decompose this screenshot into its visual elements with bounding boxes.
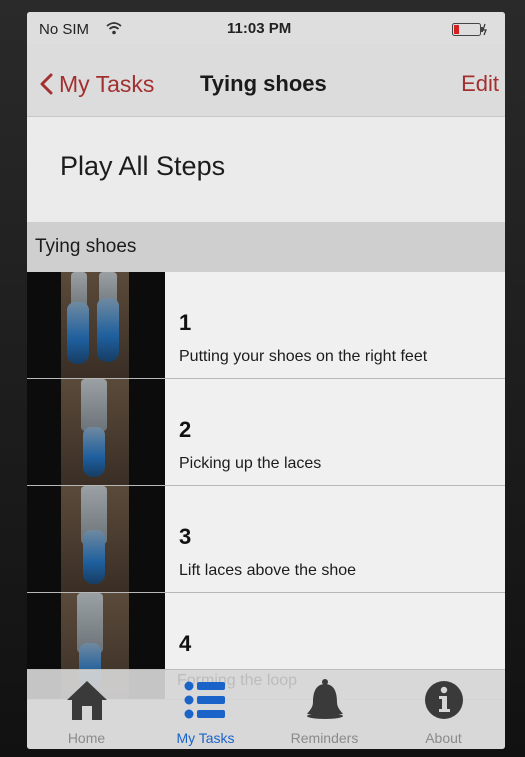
tab-about[interactable]: About (384, 670, 503, 749)
navigation-bar: My Tasks Tying shoes Edit (27, 44, 505, 117)
phone-screen: No SIM 11:03 PM My Tasks Tying shoes Edi… (27, 12, 505, 749)
step-number: 3 (179, 524, 192, 549)
step-row[interactable]: 1 Putting your shoes on the right feet (27, 272, 505, 379)
step-row[interactable]: 2 Picking up the laces (27, 379, 505, 486)
step-description: Putting your shoes on the right feet (179, 348, 428, 365)
step-thumbnail (27, 272, 165, 378)
back-button[interactable]: My Tasks (39, 64, 154, 104)
step-number: 1 (179, 310, 192, 335)
tab-label: About (425, 730, 462, 746)
info-icon (424, 681, 463, 719)
wifi-icon (106, 22, 122, 35)
battery-icon (452, 23, 487, 36)
status-bar: No SIM 11:03 PM (27, 12, 505, 44)
step-description: Picking up the laces (179, 455, 322, 472)
tab-label: Home (67, 730, 106, 746)
list-icon (184, 681, 225, 719)
bell-icon (306, 679, 343, 719)
tab-label: My Tasks (176, 730, 235, 746)
tab-home[interactable]: Home (27, 670, 146, 749)
home-icon (66, 681, 107, 720)
play-all-steps-label: Play All Steps (60, 151, 226, 181)
step-description: Lift laces above the shoe (179, 562, 357, 579)
clock-label: 11:03 PM (227, 20, 292, 37)
section-title: Tying shoes (35, 236, 137, 257)
edit-button[interactable]: Edit (461, 71, 499, 97)
device-frame: No SIM 11:03 PM My Tasks Tying shoes Edi… (0, 0, 525, 757)
step-thumbnail (27, 379, 165, 485)
back-button-label: My Tasks (59, 70, 155, 97)
play-all-steps-button[interactable]: Play All Steps (27, 117, 505, 222)
step-thumbnail (27, 486, 165, 592)
section-header: Tying shoes (27, 222, 505, 272)
step-row[interactable]: 3 Lift laces above the shoe (27, 486, 505, 593)
step-number: 2 (179, 417, 192, 442)
chevron-left-icon (40, 73, 53, 95)
tab-label: Reminders (290, 730, 359, 746)
tab-bar: Forming the loop Home My Tasks Reminders… (27, 669, 505, 749)
step-number: 4 (179, 631, 192, 656)
tab-my-tasks[interactable]: My Tasks (146, 670, 265, 749)
page-title: Tying shoes (200, 71, 327, 96)
tab-reminders[interactable]: Reminders (265, 670, 384, 749)
carrier-label: No SIM (39, 21, 90, 38)
